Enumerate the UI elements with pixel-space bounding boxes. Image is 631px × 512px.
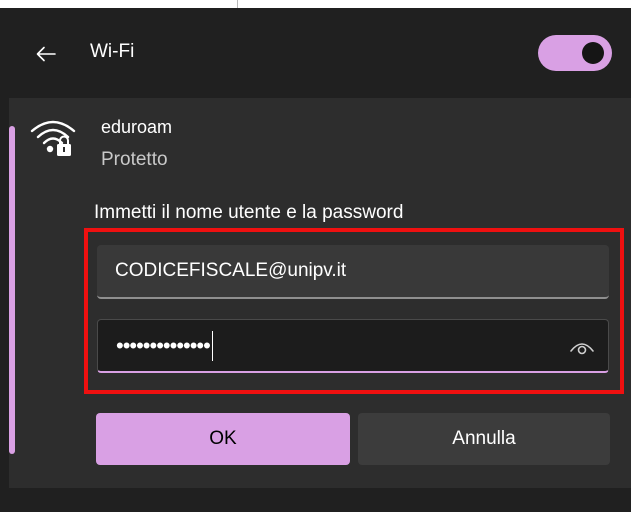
back-button[interactable] (26, 36, 66, 72)
network-item-eduroam: eduroam Protetto Immetti il nome utente … (9, 98, 631, 488)
username-value: CODICEFISCALE@unipv.it (115, 260, 347, 281)
selection-indicator (9, 126, 15, 454)
network-name: eduroam (101, 117, 173, 137)
eye-icon[interactable] (568, 336, 596, 358)
ok-button[interactable]: OK (96, 413, 350, 465)
cancel-button[interactable]: Annulla (358, 413, 610, 465)
wifi-header: Wi-Fi (0, 8, 631, 94)
toggle-knob (582, 42, 604, 64)
top-strip (0, 0, 631, 8)
page-title: Wi-Fi (90, 41, 135, 62)
password-mask: •••••••••••••• (116, 333, 211, 358)
password-field[interactable]: •••••••••••••• (97, 319, 609, 373)
wifi-toggle[interactable] (538, 35, 612, 71)
username-field[interactable]: CODICEFISCALE@unipv.it (97, 245, 609, 299)
wifi-secured-icon (30, 120, 76, 156)
network-status: Protetto (101, 149, 168, 170)
divider (237, 0, 238, 8)
credentials-prompt: Immetti il nome utente e la password (94, 202, 404, 223)
wifi-flyout: Wi-Fi eduroam Protetto Immetti il nome u… (0, 0, 631, 512)
arrow-left-icon (36, 46, 56, 62)
text-caret (211, 330, 214, 361)
